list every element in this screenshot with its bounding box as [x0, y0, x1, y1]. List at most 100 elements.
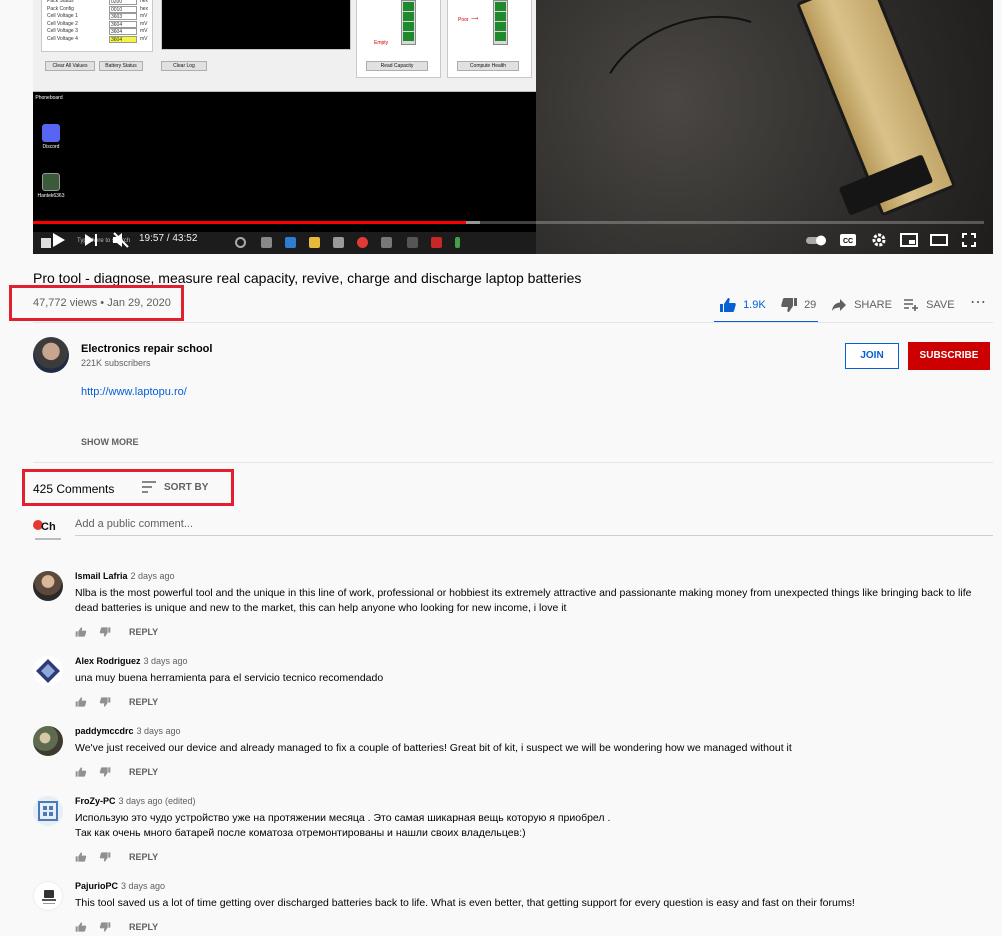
more-icon[interactable]: ⋯: [970, 294, 987, 312]
comment-author[interactable]: FroZy-PC: [75, 796, 116, 806]
clear-all-values-button: Clear All Values: [45, 61, 95, 71]
reply-button[interactable]: REPLY: [129, 626, 158, 638]
thumbs-down-icon[interactable]: [99, 851, 111, 863]
share-button[interactable]: SHARE: [831, 296, 892, 314]
read-capacity-button: Read Capacity: [366, 61, 428, 71]
app-field-label: Cell Voltage 4: [47, 35, 78, 42]
reply-button[interactable]: REPLY: [129, 921, 158, 933]
reply-button[interactable]: REPLY: [129, 696, 158, 708]
comment-author[interactable]: PajurioPC: [75, 881, 118, 891]
app-field-label: Pack Status: [47, 0, 74, 4]
comment-time[interactable]: 2 days ago: [131, 571, 175, 581]
app-field-row: Cell Voltage 3 3604 mV: [47, 28, 148, 35]
app-field-label: Cell Voltage 3: [47, 28, 78, 34]
poor-label: Poor: [458, 17, 469, 23]
app-field-label: Pack Config: [47, 5, 74, 12]
app-field-unit: mV: [140, 35, 148, 42]
channel-avatar[interactable]: [33, 337, 69, 373]
description-divider: [33, 462, 993, 463]
channel-name[interactable]: Electronics repair school: [81, 343, 212, 355]
comment-text: Nlba is the most powerful tool and the u…: [75, 587, 972, 614]
app-field-row: Cell Voltage 2 3604 mV: [47, 20, 148, 28]
dislike-button[interactable]: 29: [780, 296, 816, 314]
svg-text:CC: CC: [843, 238, 853, 245]
share-icon: [832, 299, 846, 312]
reply-button[interactable]: REPLY: [129, 766, 158, 778]
comment-avatar[interactable]: [33, 726, 63, 756]
comment-avatar[interactable]: [33, 571, 63, 601]
video-progress-bar[interactable]: [33, 221, 984, 224]
comment-text: una muy buena herramienta para el servic…: [75, 672, 384, 684]
progress-played: [33, 221, 466, 224]
video-frame-screen-capture: Pack Status 0200 hex Pack Config 0010 hex Cell…: [33, 0, 536, 254]
thumbs-down-icon[interactable]: [99, 696, 111, 708]
desktop-icon-phoneboard: Phoneboard: [35, 95, 63, 101]
comment-avatar[interactable]: [33, 796, 63, 826]
video-player[interactable]: Pack Status 0200 hex Pack Config 0010 hex Cell…: [33, 0, 993, 254]
comment-author[interactable]: Alex Rodriguez: [75, 656, 141, 666]
thumbs-up-icon[interactable]: [75, 626, 87, 638]
app-field-value: 0010: [109, 5, 137, 13]
comment-author[interactable]: Ismail Lafria: [75, 571, 128, 581]
autoplay-toggle-icon[interactable]: [803, 226, 831, 254]
comment-count: 425 Comments: [33, 482, 115, 496]
subscribe-button[interactable]: SUBSCRIBE: [908, 342, 990, 370]
thumbs-up-icon[interactable]: [75, 696, 87, 708]
thumbs-up-icon[interactable]: [75, 766, 87, 778]
fullscreen-icon[interactable]: [957, 226, 981, 254]
reply-button[interactable]: REPLY: [129, 851, 158, 863]
next-icon[interactable]: [79, 226, 103, 254]
compute-health-button: Compute Health: [457, 61, 519, 71]
play-icon[interactable]: [47, 226, 71, 254]
health-gauge: [493, 0, 508, 45]
comment-avatar[interactable]: [33, 881, 63, 911]
show-more-button[interactable]: SHOW MORE: [81, 437, 139, 447]
thumbs-up-icon: [720, 298, 736, 313]
comment-text: We've just received our device and alrea…: [75, 742, 792, 754]
comment-avatar[interactable]: [33, 656, 63, 686]
user-avatar: Ch: [33, 520, 61, 540]
comment-author[interactable]: paddymccdrc: [75, 726, 134, 736]
thumbs-down-icon[interactable]: [99, 766, 111, 778]
description-link[interactable]: http://www.laptopu.ro/: [81, 386, 187, 398]
thumbs-down-icon[interactable]: [99, 921, 111, 933]
comment-text: Использую это чудо устройство уже на про…: [75, 812, 611, 839]
comment-time[interactable]: 3 days ago: [121, 881, 165, 891]
miniplayer-icon[interactable]: [897, 226, 921, 254]
comment-author-line: paddymccdrc 3 days ago: [75, 726, 181, 736]
like-button[interactable]: 1.9K: [719, 296, 766, 314]
comment-time[interactable]: 3 days ago: [144, 656, 188, 666]
app-field-value: 3604: [109, 28, 137, 35]
video-frame-battery-photo: [536, 0, 993, 254]
app-field-value: 0200: [109, 0, 137, 5]
clear-log-button: Clear Log: [161, 61, 207, 71]
info-divider: [33, 322, 993, 323]
app-field-unit: mV: [140, 28, 148, 34]
desktop-icon-hantek: Hantek6363: [37, 173, 65, 199]
join-button[interactable]: JOIN: [845, 343, 899, 369]
mute-icon[interactable]: [109, 226, 133, 254]
add-comment-input[interactable]: Add a public comment...: [75, 518, 193, 530]
comment-time[interactable]: 3 days ago (edited): [119, 796, 196, 806]
battery-app-window: Pack Status 0200 hex Pack Config 0010 hex Cell…: [33, 0, 536, 92]
app-field-value: 3604: [109, 20, 137, 28]
save-button[interactable]: SAVE: [903, 296, 955, 314]
thumbs-down-icon[interactable]: [99, 626, 111, 638]
sort-by-button[interactable]: SORT BY: [164, 482, 208, 493]
svg-text:Ch: Ch: [41, 521, 56, 533]
thumbs-up-icon[interactable]: [75, 921, 87, 933]
captions-icon[interactable]: CC: [836, 226, 860, 254]
app-field-unit: mV: [140, 20, 148, 27]
sort-icon[interactable]: [141, 481, 157, 493]
theater-icon[interactable]: [927, 226, 951, 254]
poor-arrow: ⟶: [471, 16, 479, 22]
video-meta: 47,772 views • Jan 29, 2020: [33, 297, 171, 309]
app-field-value: 3603: [109, 13, 137, 20]
app-log-panel: [161, 0, 351, 50]
thumbs-up-icon[interactable]: [75, 851, 87, 863]
comment-time[interactable]: 3 days ago: [137, 726, 181, 736]
app-field-unit: hex: [140, 0, 149, 4]
settings-icon[interactable]: [867, 226, 891, 254]
dislike-count: 29: [804, 299, 817, 311]
thumbs-down-icon: [781, 298, 797, 313]
